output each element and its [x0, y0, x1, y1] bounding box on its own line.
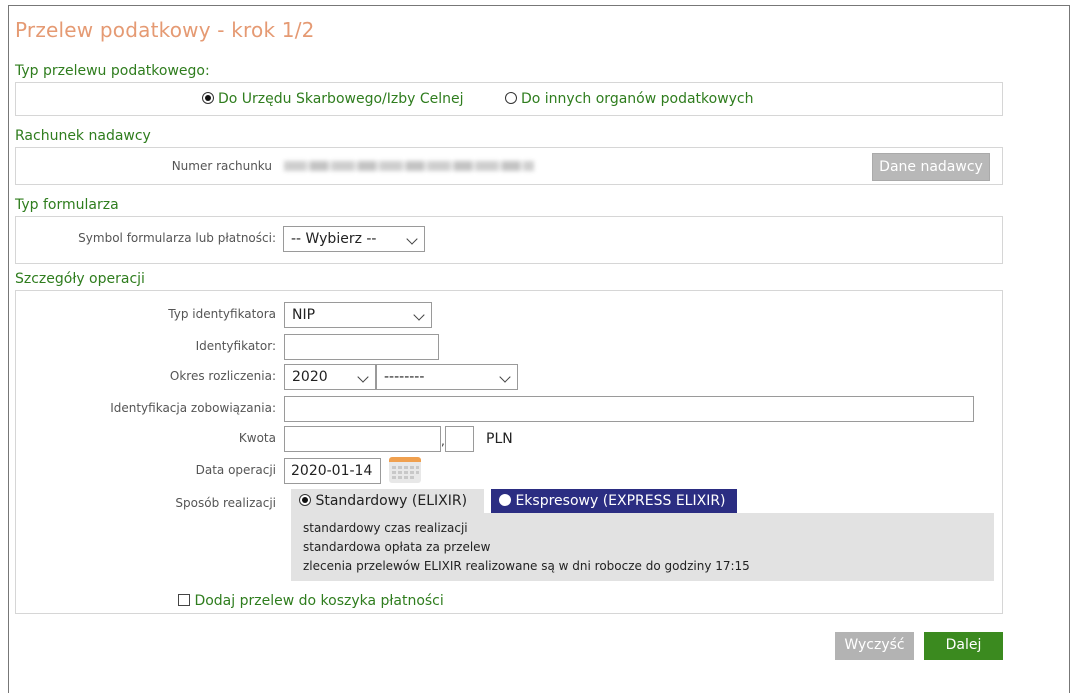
- radio-selected-icon: [202, 92, 214, 104]
- form-symbol-value: -- Wybierz --: [291, 231, 377, 247]
- amount-integer-input[interactable]: [284, 426, 441, 452]
- obligation-input[interactable]: [284, 396, 974, 422]
- radio-other-authorities-label: Do innych organów podatkowych: [521, 91, 754, 107]
- page-title: Przelew podatkowy - krok 1/2: [15, 18, 315, 42]
- form-symbol-label: Symbol formularza lub płatności:: [78, 231, 276, 245]
- radio-selected-icon: [299, 494, 311, 506]
- radio-unselected-icon: [499, 494, 511, 506]
- form-type-panel: Symbol formularza lub płatności: -- Wybi…: [15, 216, 1003, 264]
- sender-account-heading: Rachunek nadawcy: [15, 128, 151, 144]
- period-sub-select[interactable]: --------: [376, 364, 518, 390]
- details-heading: Szczegóły operacji: [15, 271, 145, 287]
- add-to-basket-label: Dodaj przelew do koszyka płatności: [194, 593, 444, 609]
- currency-label: PLN: [486, 431, 513, 447]
- date-input[interactable]: 2020-01-14: [284, 458, 381, 484]
- period-year-select[interactable]: 2020: [284, 364, 376, 390]
- transfer-type-panel: Do Urzędu Skarbowego/Izby Celnej Do inny…: [15, 82, 1003, 116]
- period-label: Okres rozliczenia:: [169, 369, 276, 383]
- identifier-input[interactable]: [284, 334, 439, 360]
- period-sub-value: --------: [384, 369, 425, 385]
- period-year-value: 2020: [292, 369, 328, 385]
- sender-account-panel: Numer rachunku Dane nadawcy: [15, 147, 1003, 185]
- transfer-type-heading: Typ przelewu podatkowego:: [15, 63, 210, 79]
- radio-other-authorities[interactable]: Do innych organów podatkowych: [505, 91, 754, 107]
- form-type-heading: Typ formularza: [15, 197, 119, 213]
- amount-label: Kwota: [238, 431, 276, 445]
- date-label: Data operacji: [195, 463, 276, 477]
- next-button[interactable]: Dalej: [924, 632, 1003, 660]
- add-to-basket-checkbox[interactable]: Dodaj przelew do koszyka płatności: [178, 593, 444, 609]
- chevron-down-icon: [413, 309, 425, 321]
- identifier-type-select[interactable]: NIP: [284, 302, 432, 328]
- radio-tax-office-label: Do Urzędu Skarbowego/Izby Celnej: [218, 91, 464, 107]
- chevron-down-icon: [357, 371, 369, 383]
- identifier-type-value: NIP: [292, 307, 316, 323]
- clear-button[interactable]: Wyczyść: [835, 632, 914, 660]
- radio-tax-office[interactable]: Do Urzędu Skarbowego/Izby Celnej: [202, 91, 464, 107]
- identifier-label: Identyfikator:: [195, 339, 276, 353]
- form-symbol-select[interactable]: -- Wybierz --: [283, 226, 425, 252]
- method-express-tab[interactable]: Ekspresowy (EXPRESS ELIXIR): [491, 489, 737, 515]
- info-line: standardowa opłata za przelew: [303, 540, 491, 554]
- method-info-box: standardowy czas realizacji standardowa …: [291, 513, 994, 581]
- calendar-icon[interactable]: [389, 457, 421, 483]
- method-standard-tab[interactable]: Standardowy (ELIXIR): [291, 489, 484, 513]
- sender-data-button[interactable]: Dane nadawcy: [872, 153, 990, 181]
- method-label: Sposób realizacji: [175, 496, 276, 510]
- transfer-form-window: Przelew podatkowy - krok 1/2 Typ przelew…: [8, 5, 1070, 693]
- identifier-type-label: Typ identyfikatora: [168, 307, 276, 321]
- method-express-label: Ekspresowy (EXPRESS ELIXIR): [515, 493, 726, 509]
- info-line: standardowy czas realizacji: [303, 521, 468, 535]
- chevron-down-icon: [499, 371, 511, 383]
- chevron-down-icon: [406, 233, 418, 245]
- info-line: zlecenia przelewów ELIXIR realizowane są…: [303, 559, 750, 573]
- checkbox-icon: [178, 594, 190, 606]
- account-number-value-blurred: [284, 161, 534, 171]
- obligation-label: Identyfikacja zobowiązania:: [110, 401, 276, 415]
- details-panel: Typ identyfikatora NIP Identyfikator: Ok…: [15, 290, 1003, 614]
- amount-decimal-input[interactable]: [445, 426, 474, 452]
- radio-unselected-icon: [505, 92, 517, 104]
- account-number-label: Numer rachunku: [171, 159, 272, 173]
- method-standard-label: Standardowy (ELIXIR): [315, 493, 468, 509]
